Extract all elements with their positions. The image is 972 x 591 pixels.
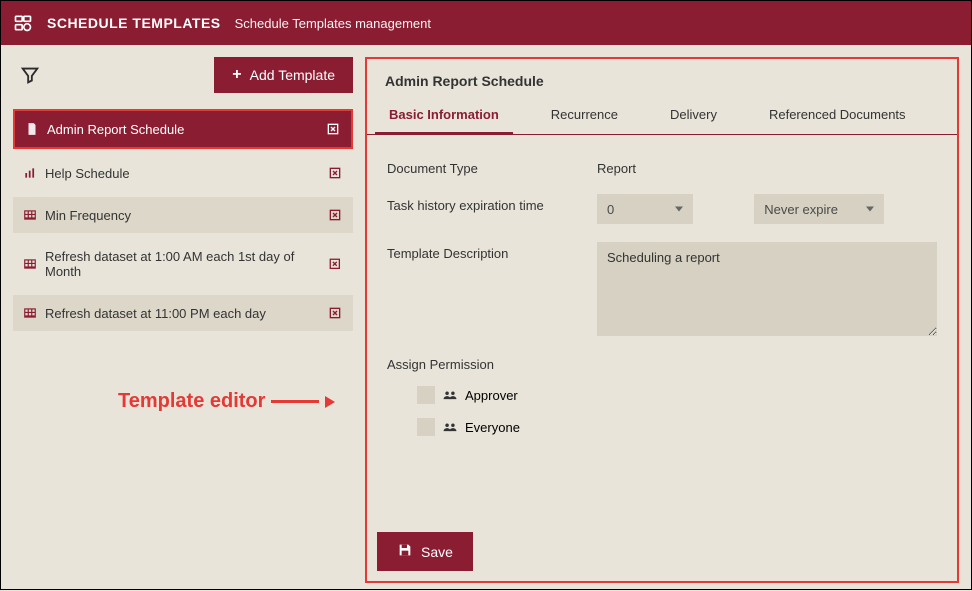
page-title: SCHEDULE TEMPLATES [47, 15, 221, 31]
document-icon [25, 122, 39, 136]
grid-icon [23, 257, 37, 271]
people-icon [443, 420, 457, 435]
approver-checkbox[interactable] [417, 386, 435, 404]
list-item-label: Help Schedule [45, 166, 130, 181]
form-area: Document Type Report Task history expira… [367, 135, 957, 532]
tab-recurrence[interactable]: Recurrence [537, 97, 632, 134]
editor-tabs: Basic Information Recurrence Delivery Re… [367, 97, 957, 135]
add-template-label: Add Template [250, 67, 335, 83]
list-item-label: Min Frequency [45, 208, 131, 223]
delete-icon[interactable] [327, 256, 343, 272]
tab-basic-information[interactable]: Basic Information [375, 97, 513, 135]
delete-icon[interactable] [327, 207, 343, 223]
assign-permission-label: Assign Permission [387, 357, 937, 372]
grid-icon [23, 208, 37, 222]
approver-label: Approver [465, 388, 518, 403]
top-bar: SCHEDULE TEMPLATES Schedule Templates ma… [1, 1, 971, 45]
filter-icon[interactable] [19, 64, 41, 86]
tab-referenced-documents[interactable]: Referenced Documents [755, 97, 920, 134]
list-item[interactable]: Help Schedule [13, 155, 353, 191]
list-item[interactable]: Refresh dataset at 11:00 PM each day [13, 295, 353, 331]
description-textarea[interactable] [597, 242, 937, 336]
template-list: Admin Report Schedule Help Schedule Mi [13, 109, 353, 331]
list-item-label: Refresh dataset at 11:00 PM each day [45, 306, 266, 321]
template-editor-pane: Admin Report Schedule Basic Information … [365, 57, 959, 583]
save-button[interactable]: Save [377, 532, 473, 571]
list-item[interactable]: Refresh dataset at 1:00 AM each 1st day … [13, 239, 353, 289]
plus-icon: + [232, 67, 241, 83]
chart-icon [23, 166, 37, 180]
tab-delivery[interactable]: Delivery [656, 97, 731, 134]
list-item-label: Refresh dataset at 1:00 AM each 1st day … [45, 249, 327, 279]
delete-icon[interactable] [325, 121, 341, 137]
list-item[interactable]: Admin Report Schedule [13, 109, 353, 149]
page-subtitle: Schedule Templates management [235, 16, 431, 31]
document-type-value: Report [597, 157, 937, 176]
everyone-checkbox[interactable] [417, 418, 435, 436]
save-label: Save [421, 544, 453, 560]
add-template-button[interactable]: + Add Template [214, 57, 353, 93]
delete-icon[interactable] [327, 165, 343, 181]
list-item[interactable]: Min Frequency [13, 197, 353, 233]
grid-icon [23, 306, 37, 320]
expiration-label: Task history expiration time [387, 194, 597, 213]
everyone-label: Everyone [465, 420, 520, 435]
list-item-label: Admin Report Schedule [47, 122, 184, 137]
people-icon [443, 388, 457, 403]
document-type-label: Document Type [387, 157, 597, 176]
schedule-templates-icon [13, 13, 33, 33]
template-list-pane: + Add Template Admin Report Schedule Hel… [13, 57, 353, 583]
delete-icon[interactable] [327, 305, 343, 321]
expiration-unit-select[interactable]: Never expire [754, 194, 884, 224]
save-icon [397, 542, 413, 561]
editor-title: Admin Report Schedule [367, 59, 957, 97]
description-label: Template Description [387, 242, 597, 261]
expiration-value-select[interactable]: 0 [597, 194, 693, 224]
